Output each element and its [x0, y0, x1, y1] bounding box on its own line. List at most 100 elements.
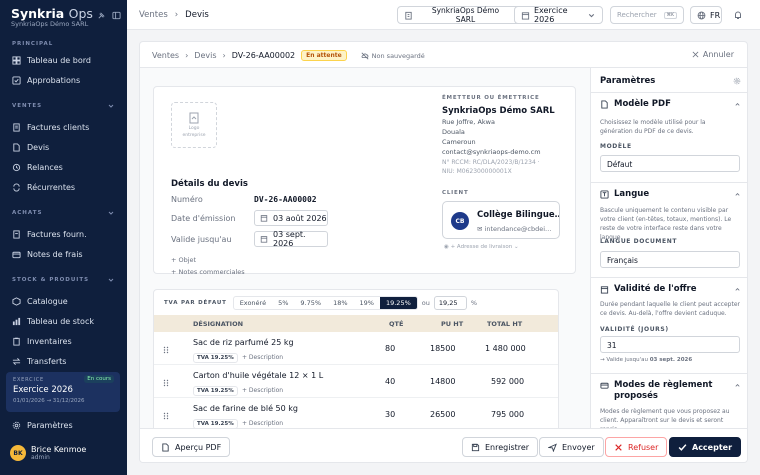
drag-handle-icon[interactable]	[163, 412, 169, 420]
client-card[interactable]: CB Collège Bilingue… ✉ intendance@cbdei…	[442, 201, 560, 239]
col-pu: PU HT	[441, 320, 464, 328]
valid-until-picker[interactable]: 03 sept. 2026	[254, 230, 328, 248]
nav-factures-clients[interactable]: Factures clients	[0, 118, 127, 136]
search-placeholder: Rechercher	[617, 11, 657, 19]
pdf-model-select[interactable]: Défaut	[600, 155, 740, 172]
preview-pdf-button[interactable]: Aperçu PDF	[152, 437, 231, 457]
user-role: admin	[31, 454, 50, 461]
chevron-up-icon[interactable]	[734, 191, 741, 198]
nav-relances[interactable]: Relances	[0, 158, 127, 176]
pdf-section-toggle[interactable]: Modèle PDF	[600, 99, 730, 110]
add-description-link[interactable]: + Description	[242, 420, 283, 427]
fiscal-year-selector[interactable]: Exercice 2026	[514, 6, 603, 24]
exercise-label: EXERCICE	[13, 377, 44, 383]
crumb-devis[interactable]: Devis	[194, 51, 216, 60]
nav-tableau-de-bord[interactable]: Tableau de bord	[0, 51, 127, 69]
nav-tableau-de-stock[interactable]: Tableau de stock	[0, 312, 127, 330]
document-language-select[interactable]: Français	[600, 251, 740, 268]
line-qty[interactable]: 30	[385, 410, 395, 419]
nav-parametres[interactable]: Paramètres	[0, 416, 127, 434]
logo-upload[interactable]: Logo entreprise	[171, 102, 217, 148]
tva-option-19[interactable]: 19%	[354, 297, 380, 309]
cancel-button[interactable]: Annuler	[692, 50, 734, 59]
calendar-icon	[260, 214, 268, 222]
chevron-down-icon[interactable]	[107, 209, 115, 217]
issuer-city: Douala	[442, 128, 465, 136]
client-email: ✉ intendance@cbdei…	[477, 225, 552, 233]
breadcrumb-ventes[interactable]: Ventes	[139, 10, 168, 20]
calendar-icon	[260, 235, 268, 243]
add-delivery-address-link[interactable]: ◉ + Adresse de livraison ⌄	[444, 244, 519, 250]
line-total: 795 000	[491, 410, 525, 419]
exercise-card[interactable]: EXERCICE En cours Exercice 2026 01/01/20…	[6, 372, 120, 412]
language-selector[interactable]: FR	[690, 6, 722, 24]
company-line-1: SynkriaOps Démo	[431, 6, 500, 15]
tva-option-exonere[interactable]: Exonéré	[234, 297, 272, 309]
nav-devis[interactable]: Devis	[0, 138, 127, 156]
crumb-ventes[interactable]: Ventes	[152, 51, 179, 60]
line-designation[interactable]: Sac de riz parfumé 25 kg	[193, 338, 294, 347]
table-row[interactable]: Sac de riz parfumé 25 kg TVA 19.25% + De…	[154, 332, 558, 365]
line-unit-price[interactable]: 26500	[430, 410, 455, 419]
chevron-up-icon[interactable]	[734, 286, 741, 293]
refuse-button[interactable]: Refuser	[605, 437, 668, 457]
settings-title: Paramètres	[600, 76, 656, 86]
line-designation[interactable]: Sac de farine de blé 50 kg	[193, 404, 298, 413]
drag-handle-icon[interactable]	[163, 379, 169, 387]
quote-lines-card: TVA PAR DÉFAUT Exonéré 5% 9.75% 18% 19% …	[153, 289, 559, 434]
nav-recurrentes[interactable]: Récurrentes	[0, 178, 127, 196]
chevron-up-icon[interactable]	[734, 382, 741, 389]
tva-option-18[interactable]: 18%	[327, 297, 353, 309]
nav-factures-fournisseurs[interactable]: Factures fourn.	[0, 225, 127, 243]
bell-icon[interactable]	[733, 10, 743, 20]
nav-transferts[interactable]: Transferts	[0, 352, 127, 370]
search-input[interactable]: Rechercher ⌘K	[610, 6, 684, 24]
tva-option-5[interactable]: 5%	[272, 297, 294, 309]
chevron-up-icon[interactable]	[734, 101, 741, 108]
line-tva-badge[interactable]: TVA 19.25%	[193, 386, 238, 396]
add-description-link[interactable]: + Description	[242, 354, 283, 361]
validity-section-toggle[interactable]: Validité de l'offre	[600, 284, 730, 295]
add-notes-link[interactable]: + Notes commerciales	[171, 268, 245, 276]
company-line-2: SARL	[455, 15, 476, 24]
add-description-link[interactable]: + Description	[242, 387, 283, 394]
breadcrumb-devis[interactable]: Devis	[185, 10, 209, 20]
document-language-label: LANGUE DOCUMENT	[600, 238, 678, 245]
issuer-name: SynkriaOps Démo SARL	[442, 106, 555, 116]
chevron-down-icon[interactable]	[107, 276, 115, 284]
pin-icon[interactable]	[97, 11, 106, 20]
line-unit-price[interactable]: 18500	[430, 344, 455, 353]
gear-icon[interactable]	[733, 77, 741, 85]
table-row[interactable]: Carton d'huile végétale 12 × 1 L TVA 19.…	[154, 365, 558, 398]
drag-handle-icon[interactable]	[163, 346, 169, 354]
accept-button[interactable]: Accepter	[669, 437, 742, 457]
save-button[interactable]: Enregistrer	[462, 437, 539, 457]
nav-notes-de-frais[interactable]: Notes de frais	[0, 245, 127, 263]
table-row[interactable]: Sac de farine de blé 50 kg TVA 19.25% + …	[154, 398, 558, 431]
issue-date-picker[interactable]: 03 août 2026	[254, 210, 328, 226]
line-unit-price[interactable]: 14800	[430, 377, 455, 386]
user-profile[interactable]: BK Brice Kenmoe admin	[10, 445, 86, 461]
line-tva-badge[interactable]: TVA 19.25%	[193, 353, 238, 363]
section-title-achats: ACHATS	[12, 210, 43, 216]
pdf-model-label: MODÈLE	[600, 143, 632, 150]
line-qty[interactable]: 80	[385, 344, 395, 353]
line-designation[interactable]: Carton d'huile végétale 12 × 1 L	[193, 371, 323, 380]
validity-days-input[interactable]: 31	[600, 336, 740, 353]
custom-tva-input[interactable]: 19,25	[433, 296, 467, 310]
add-object-link[interactable]: + Objet	[171, 256, 196, 264]
payment-section-toggle[interactable]: Modes de règlement proposés	[600, 380, 730, 402]
brand-logo[interactable]: Synkria Ops	[11, 6, 93, 21]
client-name: Collège Bilingue…	[477, 210, 560, 220]
tva-option-19-25[interactable]: 19.25%	[379, 297, 417, 309]
line-qty[interactable]: 40	[385, 377, 395, 386]
nav-catalogue[interactable]: Catalogue	[0, 292, 127, 310]
chevron-down-icon[interactable]	[107, 102, 115, 110]
language-section-toggle[interactable]: Langue	[600, 189, 730, 200]
collapse-sidebar-icon[interactable]	[112, 11, 121, 20]
nav-inventaires[interactable]: Inventaires	[0, 332, 127, 350]
tva-option-9-75[interactable]: 9.75%	[294, 297, 327, 309]
settings-section-payment: Modes de règlement proposés Modes de règ…	[591, 373, 747, 428]
send-button[interactable]: Envoyer	[539, 437, 604, 457]
nav-approbations[interactable]: Approbations	[0, 71, 127, 89]
